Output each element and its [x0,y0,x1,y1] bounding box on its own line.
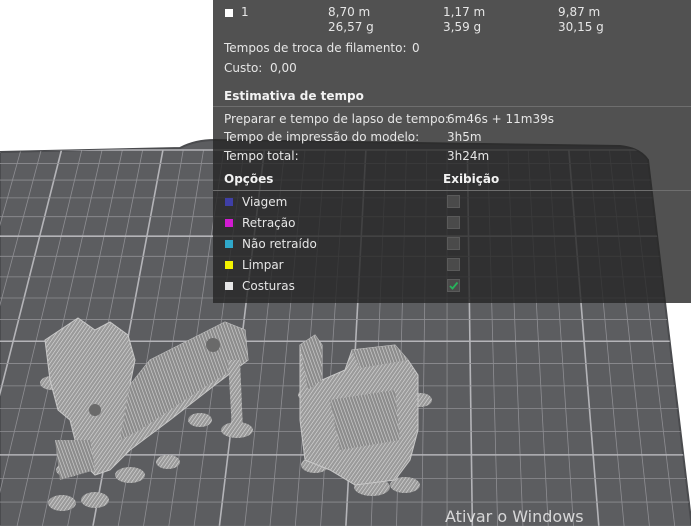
travel-visibility-checkbox[interactable] [447,195,460,208]
filament-col1-length: 8,70 m [328,5,371,19]
option-unretract-label: Não retraído [242,237,317,251]
divider [213,106,691,107]
options-header: Opções [224,172,274,186]
model-print-time-label: Tempo de impressão do modelo: [224,130,420,144]
filament-color-swatch [225,9,233,17]
seams-color-swatch [225,282,233,290]
windows-activation-watermark: Ativar o Windows [445,507,584,526]
filament-col3-length: 9,87 m [558,5,601,19]
divider [213,190,691,191]
total-time-value: 3h24m [447,149,490,163]
retraction-visibility-checkbox[interactable] [447,216,460,229]
cost-label: Custo: [224,61,263,75]
cost-value: 0,00 [270,61,297,75]
filament-changes-value: 0 [412,41,420,55]
prepare-time-label: Preparar e tempo de lapso de tempo: [224,112,449,126]
model-print-time-value: 3h5m [447,130,482,144]
retraction-color-swatch [225,219,233,227]
filament-changes-label: Tempos de troca de filamento: [224,41,407,55]
prepare-time-value: 6m46s + 11m39s [447,112,555,126]
seams-visibility-checkbox[interactable] [447,279,460,292]
unretract-color-swatch [225,240,233,248]
option-travel-label: Viagem [242,195,288,209]
filament-row-label: 1 [241,5,249,19]
time-estimate-title: Estimativa de tempo [224,89,364,103]
option-seams-label: Costuras [242,279,295,293]
filament-col3-weight: 30,15 g [558,20,604,34]
filament-col2-weight: 3,59 g [443,20,482,34]
unretract-visibility-checkbox[interactable] [447,237,460,250]
gcode-statistics-panel: 1 8,70 m 26,57 g 1,17 m 3,59 g 9,87 m 30… [213,0,691,303]
checkmark-icon [449,281,459,290]
display-header: Exibição [443,172,500,186]
option-wipe-label: Limpar [242,258,284,272]
travel-color-swatch [225,198,233,206]
filament-col1-weight: 26,57 g [328,20,374,34]
option-retraction-label: Retração [242,216,296,230]
wipe-visibility-checkbox[interactable] [447,258,460,271]
wipe-color-swatch [225,261,233,269]
filament-col2-length: 1,17 m [443,5,486,19]
total-time-label: Tempo total: [224,149,299,163]
